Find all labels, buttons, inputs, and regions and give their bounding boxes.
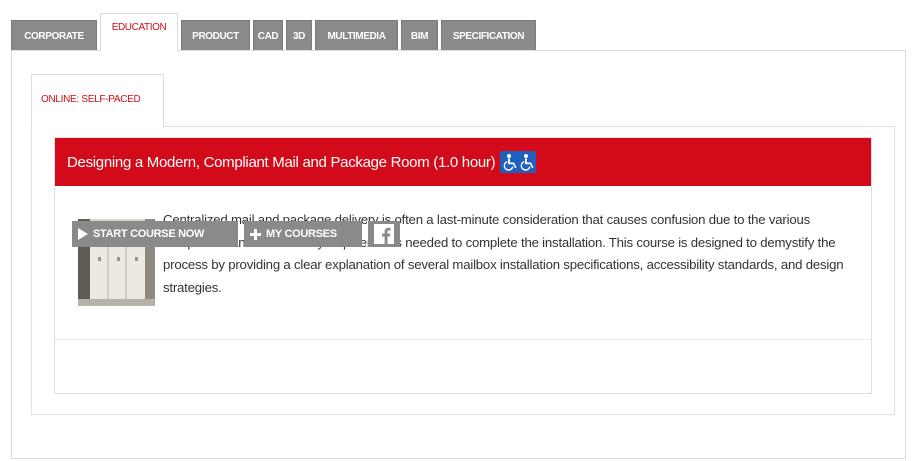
plus-icon xyxy=(250,228,261,240)
facebook-share-button[interactable] xyxy=(368,221,400,247)
course-title[interactable]: Designing a Modern, Compliant Mail and P… xyxy=(67,154,496,171)
wheelchair-icon xyxy=(500,151,537,173)
my-courses-label: MY COURSES xyxy=(266,228,337,240)
tab-education[interactable]: EDUCATION xyxy=(100,13,178,51)
course-card: Designing a Modern, Compliant Mail and P… xyxy=(54,137,872,394)
my-courses-button[interactable]: MY COURSES xyxy=(244,221,362,247)
play-icon xyxy=(78,228,88,240)
tab-multimedia[interactable]: MULTIMEDIA xyxy=(315,20,398,51)
facebook-icon xyxy=(374,224,394,244)
start-course-button[interactable]: START COURSE NOW xyxy=(72,221,238,247)
tab-3d[interactable]: 3D xyxy=(286,20,312,51)
tab-cad[interactable]: CAD xyxy=(253,20,283,51)
category-tabs: CORPORATE EDUCATION PRODUCT CAD 3D MULTI… xyxy=(11,13,536,51)
course-header: Designing a Modern, Compliant Mail and P… xyxy=(55,138,871,186)
tab-specification[interactable]: SPECIFICATION xyxy=(441,20,536,51)
card-divider xyxy=(55,339,871,340)
sub-tab-online-self-paced[interactable]: ONLINE: SELF-PACED xyxy=(31,74,164,127)
tab-product[interactable]: PRODUCT xyxy=(181,20,250,51)
sub-tab-label: ONLINE: SELF-PACED xyxy=(41,94,141,105)
tab-corporate[interactable]: CORPORATE xyxy=(11,20,97,51)
tab-bim[interactable]: BIM xyxy=(401,20,438,51)
start-course-label: START COURSE NOW xyxy=(93,228,205,240)
